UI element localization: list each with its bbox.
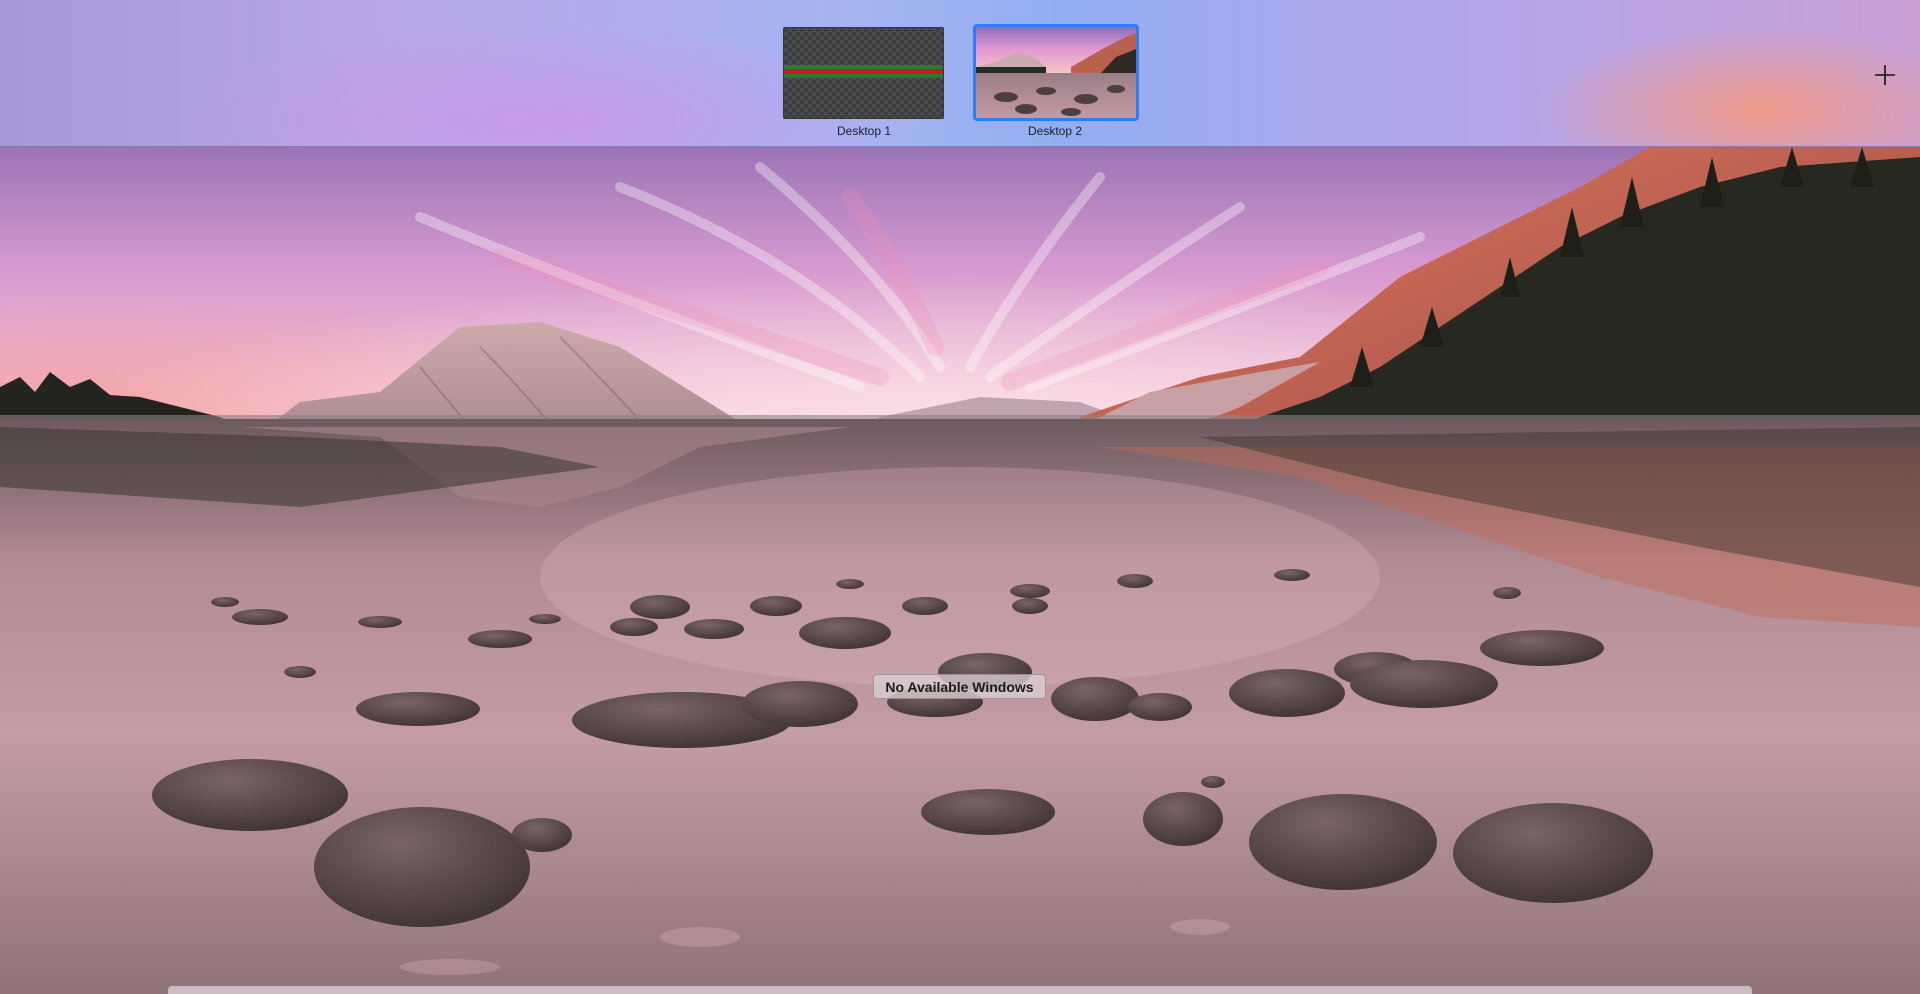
add-desktop-button[interactable] <box>1870 60 1900 90</box>
desktop-2-thumbnail[interactable] <box>976 27 1136 118</box>
desktop-preview[interactable]: No Available Windows <box>0 147 1920 994</box>
spaces-bar: Desktop 1 Desktop 2 <box>0 0 1920 147</box>
desktop-2-label: Desktop 2 <box>1027 124 1083 138</box>
desktop-1-label: Desktop 1 <box>836 124 892 138</box>
mountain-lake-thumbnail-art <box>976 27 1136 118</box>
desktop-1-thumbnail[interactable] <box>783 27 944 119</box>
wallpaper-stripe-green-bottom <box>784 74 943 78</box>
wallpaper-mountain-lake <box>0 147 1920 994</box>
no-windows-message: No Available Windows <box>873 674 1046 699</box>
mission-control: Desktop 1 Desktop 2 No Available Windows <box>0 0 1920 994</box>
dock-edge <box>168 986 1752 994</box>
plus-icon <box>1875 65 1895 85</box>
